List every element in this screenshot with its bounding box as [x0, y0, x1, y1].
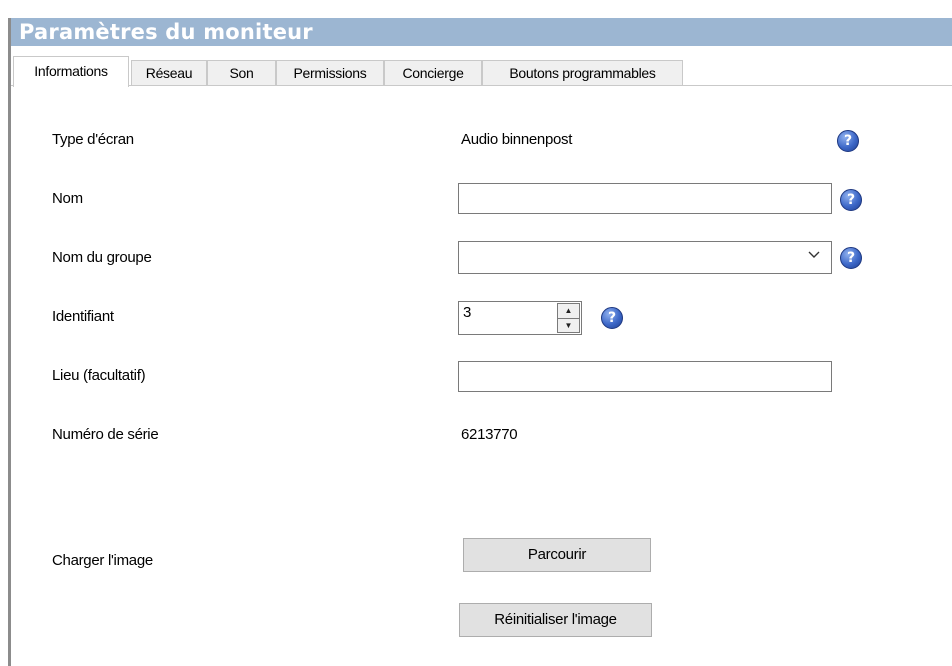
tab-strip: Informations Réseau Son Permissions Conc… — [11, 46, 952, 87]
help-icon[interactable]: ? — [840, 247, 862, 269]
identifier-label: Identifiant — [52, 308, 114, 325]
tab-informations[interactable]: Informations — [13, 56, 129, 87]
screen-type-label: Type d'écran — [52, 131, 134, 148]
help-icon[interactable]: ? — [837, 130, 859, 152]
name-label: Nom — [52, 190, 83, 207]
identifier-spin-buttons: ▲ ▼ — [557, 303, 580, 333]
tab-concierge[interactable]: Concierge — [384, 60, 482, 85]
browse-button[interactable]: Parcourir — [463, 538, 651, 572]
load-image-label: Charger l'image — [52, 552, 153, 569]
group-name-dropdown[interactable] — [458, 241, 832, 274]
name-input[interactable] — [458, 183, 832, 214]
group-name-label: Nom du groupe — [52, 249, 152, 266]
location-label: Lieu (facultatif) — [52, 367, 146, 384]
spin-up-icon[interactable]: ▲ — [558, 304, 579, 318]
reset-image-button[interactable]: Réinitialiser l'image — [459, 603, 652, 637]
window-left-border — [8, 18, 11, 666]
tab-reseau[interactable]: Réseau — [131, 60, 207, 85]
tab-boutons-programmables[interactable]: Boutons programmables — [482, 60, 683, 85]
tab-son[interactable]: Son — [207, 60, 276, 85]
serial-value: 6213770 — [461, 426, 518, 443]
chevron-down-icon[interactable] — [806, 247, 822, 263]
serial-label: Numéro de série — [52, 426, 159, 443]
location-input[interactable] — [458, 361, 832, 392]
screen-type-value: Audio binnenpost — [461, 131, 573, 148]
title-bar: Paramètres du moniteur — [11, 18, 952, 46]
help-icon[interactable]: ? — [840, 189, 862, 211]
tab-permissions[interactable]: Permissions — [276, 60, 384, 85]
spin-down-icon[interactable]: ▼ — [558, 319, 579, 333]
window-title: Paramètres du moniteur — [19, 20, 313, 44]
help-icon[interactable]: ? — [601, 307, 623, 329]
